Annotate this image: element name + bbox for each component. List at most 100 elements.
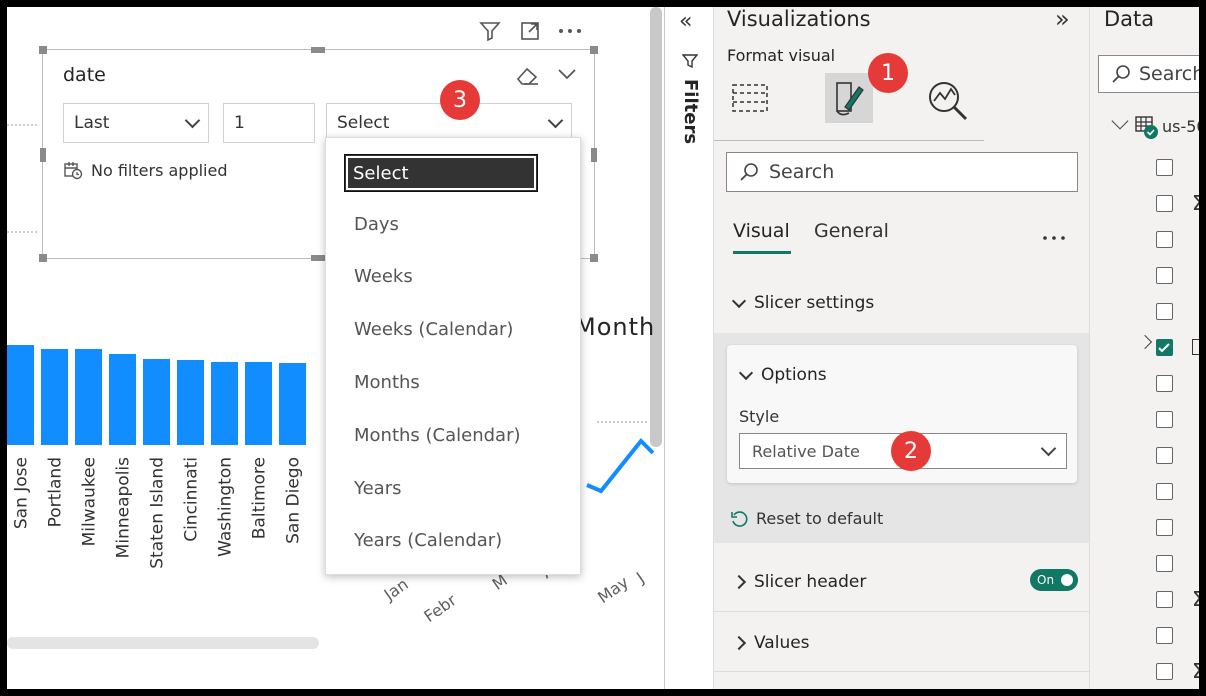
sigma-icon: Σ <box>1192 191 1205 215</box>
bar[interactable] <box>41 349 68 445</box>
field-checkbox[interactable] <box>1156 627 1173 644</box>
options-label: Options <box>761 365 827 385</box>
field-checkbox[interactable] <box>1156 591 1173 608</box>
bar[interactable] <box>75 349 102 445</box>
focus-mode-icon[interactable] <box>517 18 543 44</box>
reset-default-button[interactable]: Reset to default <box>730 509 883 528</box>
chevron-right-icon[interactable] <box>1137 334 1153 350</box>
horizontal-scrollbar[interactable] <box>7 637 319 649</box>
options-section[interactable]: Options <box>738 365 827 385</box>
chevron-down-icon[interactable] <box>1111 112 1129 130</box>
tab-underline <box>733 251 791 254</box>
bar-category-label: Portland <box>46 457 66 527</box>
no-filters-status: No filters applied <box>63 160 228 180</box>
field-checkbox[interactable] <box>1156 483 1173 500</box>
values-label: Values <box>754 633 810 653</box>
menu-item-days[interactable]: Days <box>354 214 399 235</box>
bar[interactable] <box>177 360 204 445</box>
options-card: Options Style Relative Date 2 <box>727 345 1077 483</box>
slicer-settings-section[interactable]: Slicer settings <box>731 293 874 313</box>
field-checkbox[interactable] <box>1156 447 1173 464</box>
chevron-down-icon <box>1040 440 1057 456</box>
period-value: Last <box>74 113 110 133</box>
field-checkbox[interactable] <box>1156 411 1173 428</box>
bar[interactable] <box>245 362 272 445</box>
x-axis-tick-label: May <box>594 572 633 607</box>
menu-item-years[interactable]: Years <box>354 478 402 499</box>
data-pane: Data Search us-50 Σ Σ Σ <box>1089 7 1205 689</box>
resize-handle[interactable] <box>590 46 598 54</box>
chevron-down-icon[interactable] <box>557 66 577 85</box>
format-visual-tab[interactable] <box>825 73 873 123</box>
table-name[interactable]: us-50 <box>1162 117 1199 136</box>
field-checkbox[interactable] <box>1156 339 1173 356</box>
step-badge-2: 2 <box>891 431 931 471</box>
bar[interactable] <box>7 345 34 445</box>
menu-item-months-calendar[interactable]: Months (Calendar) <box>354 425 521 446</box>
search-icon <box>740 163 758 181</box>
filters-pane-collapsed[interactable]: « Filters <box>664 7 713 689</box>
gridline <box>597 421 647 423</box>
field-checkbox[interactable] <box>1156 663 1173 680</box>
vertical-scrollbar[interactable] <box>650 7 662 447</box>
more-options-icon[interactable] <box>1042 227 1066 246</box>
resize-handle[interactable] <box>311 47 325 53</box>
slicer-header-section[interactable]: Slicer header <box>731 572 866 592</box>
data-title: Data <box>1104 7 1155 31</box>
resize-handle[interactable] <box>591 148 597 162</box>
report-canvas: San Jose Portland Milwaukee Minneapolis Stat… <box>7 7 664 689</box>
menu-item-weeks[interactable]: Weeks <box>354 266 413 287</box>
bar[interactable] <box>211 362 238 445</box>
bar-category-label: San Jose <box>12 457 32 529</box>
values-section[interactable]: Values <box>731 633 810 653</box>
tab-general[interactable]: General <box>814 220 889 242</box>
field-checkbox[interactable] <box>1156 195 1173 212</box>
resize-handle[interactable] <box>590 254 598 262</box>
menu-item-select[interactable]: Select <box>344 154 538 192</box>
resize-handle[interactable] <box>311 255 325 261</box>
analytics-icon[interactable] <box>926 79 970 127</box>
bar[interactable] <box>279 363 306 445</box>
menu-item-months[interactable]: Months <box>354 372 420 393</box>
field-checkbox[interactable] <box>1156 159 1173 176</box>
field-checkbox[interactable] <box>1156 267 1173 284</box>
gridline <box>7 124 37 126</box>
build-visual-icon[interactable] <box>730 77 770 117</box>
bar[interactable] <box>109 354 136 445</box>
slicer-header-toggle[interactable]: On <box>1030 569 1078 591</box>
field-checkbox[interactable] <box>1156 555 1173 572</box>
resize-handle[interactable] <box>39 254 47 262</box>
no-filters-label: No filters applied <box>91 160 228 180</box>
bar-category-label: Staten Island <box>148 457 168 569</box>
bar[interactable] <box>143 359 170 445</box>
bar-chart: San Jose Portland Milwaukee Minneapolis Stat… <box>7 345 306 569</box>
x-axis-tick-label: J <box>632 568 648 587</box>
data-search-input[interactable]: Search <box>1098 55 1199 93</box>
menu-item-weeks-calendar[interactable]: Weeks (Calendar) <box>354 319 513 340</box>
period-dropdown[interactable]: Last <box>63 103 209 143</box>
sigma-icon: Σ <box>1192 659 1205 683</box>
divider <box>714 611 1090 612</box>
more-options-icon[interactable] <box>557 18 583 44</box>
toggle-knob <box>1061 574 1073 586</box>
resize-handle[interactable] <box>40 148 46 162</box>
resize-handle[interactable] <box>39 46 47 54</box>
visualizations-pane: Visualizations » Format visual 1 Search … <box>713 7 1090 689</box>
field-checkbox[interactable] <box>1156 375 1173 392</box>
filter-icon[interactable] <box>477 18 503 44</box>
count-input[interactable]: 1 <box>223 103 315 143</box>
field-checkbox[interactable] <box>1156 519 1173 536</box>
menu-item-years-calendar[interactable]: Years (Calendar) <box>354 530 502 551</box>
viz-search-input[interactable]: Search <box>726 152 1078 192</box>
reset-icon <box>731 510 748 527</box>
chevron-down-icon <box>738 365 754 380</box>
tab-visual[interactable]: Visual <box>733 220 790 242</box>
field-checkbox[interactable] <box>1156 231 1173 248</box>
eraser-icon[interactable] <box>515 64 541 90</box>
bar-category-label: Milwaukee <box>80 457 100 546</box>
collapse-right-icon[interactable]: » <box>1055 7 1070 33</box>
bar-category-label: Washington <box>216 457 236 557</box>
expand-left-icon[interactable]: « <box>679 9 692 34</box>
chevron-down-icon <box>547 112 564 128</box>
field-checkbox[interactable] <box>1156 303 1173 320</box>
